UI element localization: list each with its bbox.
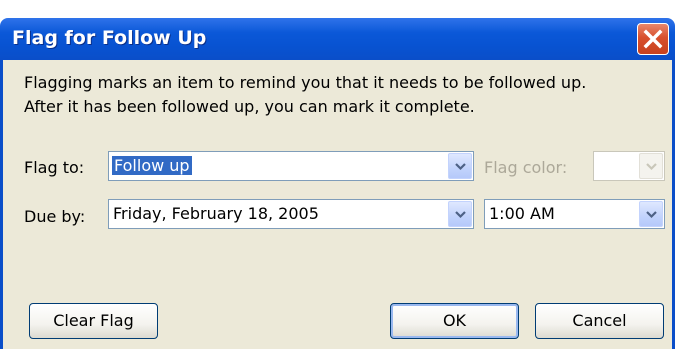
clear-flag-button[interactable]: Clear Flag: [29, 303, 158, 339]
flag-color-dropdown-button[interactable]: [639, 153, 663, 179]
close-button[interactable]: [637, 23, 669, 55]
description-text: Flagging marks an item to remind you tha…: [24, 71, 586, 119]
flag-color-label: Flag color:: [484, 158, 568, 177]
flag-to-combobox[interactable]: Follow up: [108, 151, 474, 181]
chevron-down-icon: [646, 211, 657, 219]
due-time-combobox[interactable]: 1:00 AM: [484, 199, 665, 229]
top-strip: [0, 0, 675, 18]
close-icon: [643, 29, 663, 49]
flag-to-value: Follow up: [112, 156, 192, 175]
flag-for-follow-up-dialog: Flag for Follow Up Flagging marks an ite…: [0, 0, 675, 349]
title-bar[interactable]: Flag for Follow Up: [0, 18, 675, 60]
chevron-down-icon: [455, 211, 466, 219]
window-title: Flag for Follow Up: [12, 27, 207, 49]
due-date-dropdown-button[interactable]: [448, 201, 472, 227]
flag-to-dropdown-button[interactable]: [448, 153, 472, 179]
due-time-value: 1:00 AM: [489, 204, 555, 223]
description-line-2: After it has been followed up, you can m…: [24, 97, 475, 116]
flag-color-combobox[interactable]: [593, 151, 665, 181]
due-time-dropdown-button[interactable]: [639, 201, 663, 227]
due-date-combobox[interactable]: Friday, February 18, 2005: [108, 199, 474, 229]
ok-button[interactable]: OK: [390, 303, 519, 339]
cancel-button[interactable]: Cancel: [535, 303, 664, 339]
chevron-down-icon: [646, 163, 657, 171]
description-line-1: Flagging marks an item to remind you tha…: [24, 73, 587, 92]
due-by-label: Due by:: [24, 207, 86, 226]
flag-to-label: Flag to:: [24, 158, 85, 177]
chevron-down-icon: [455, 163, 466, 171]
dialog-body: Flagging marks an item to remind you tha…: [0, 60, 675, 349]
due-date-value: Friday, February 18, 2005: [113, 204, 319, 223]
